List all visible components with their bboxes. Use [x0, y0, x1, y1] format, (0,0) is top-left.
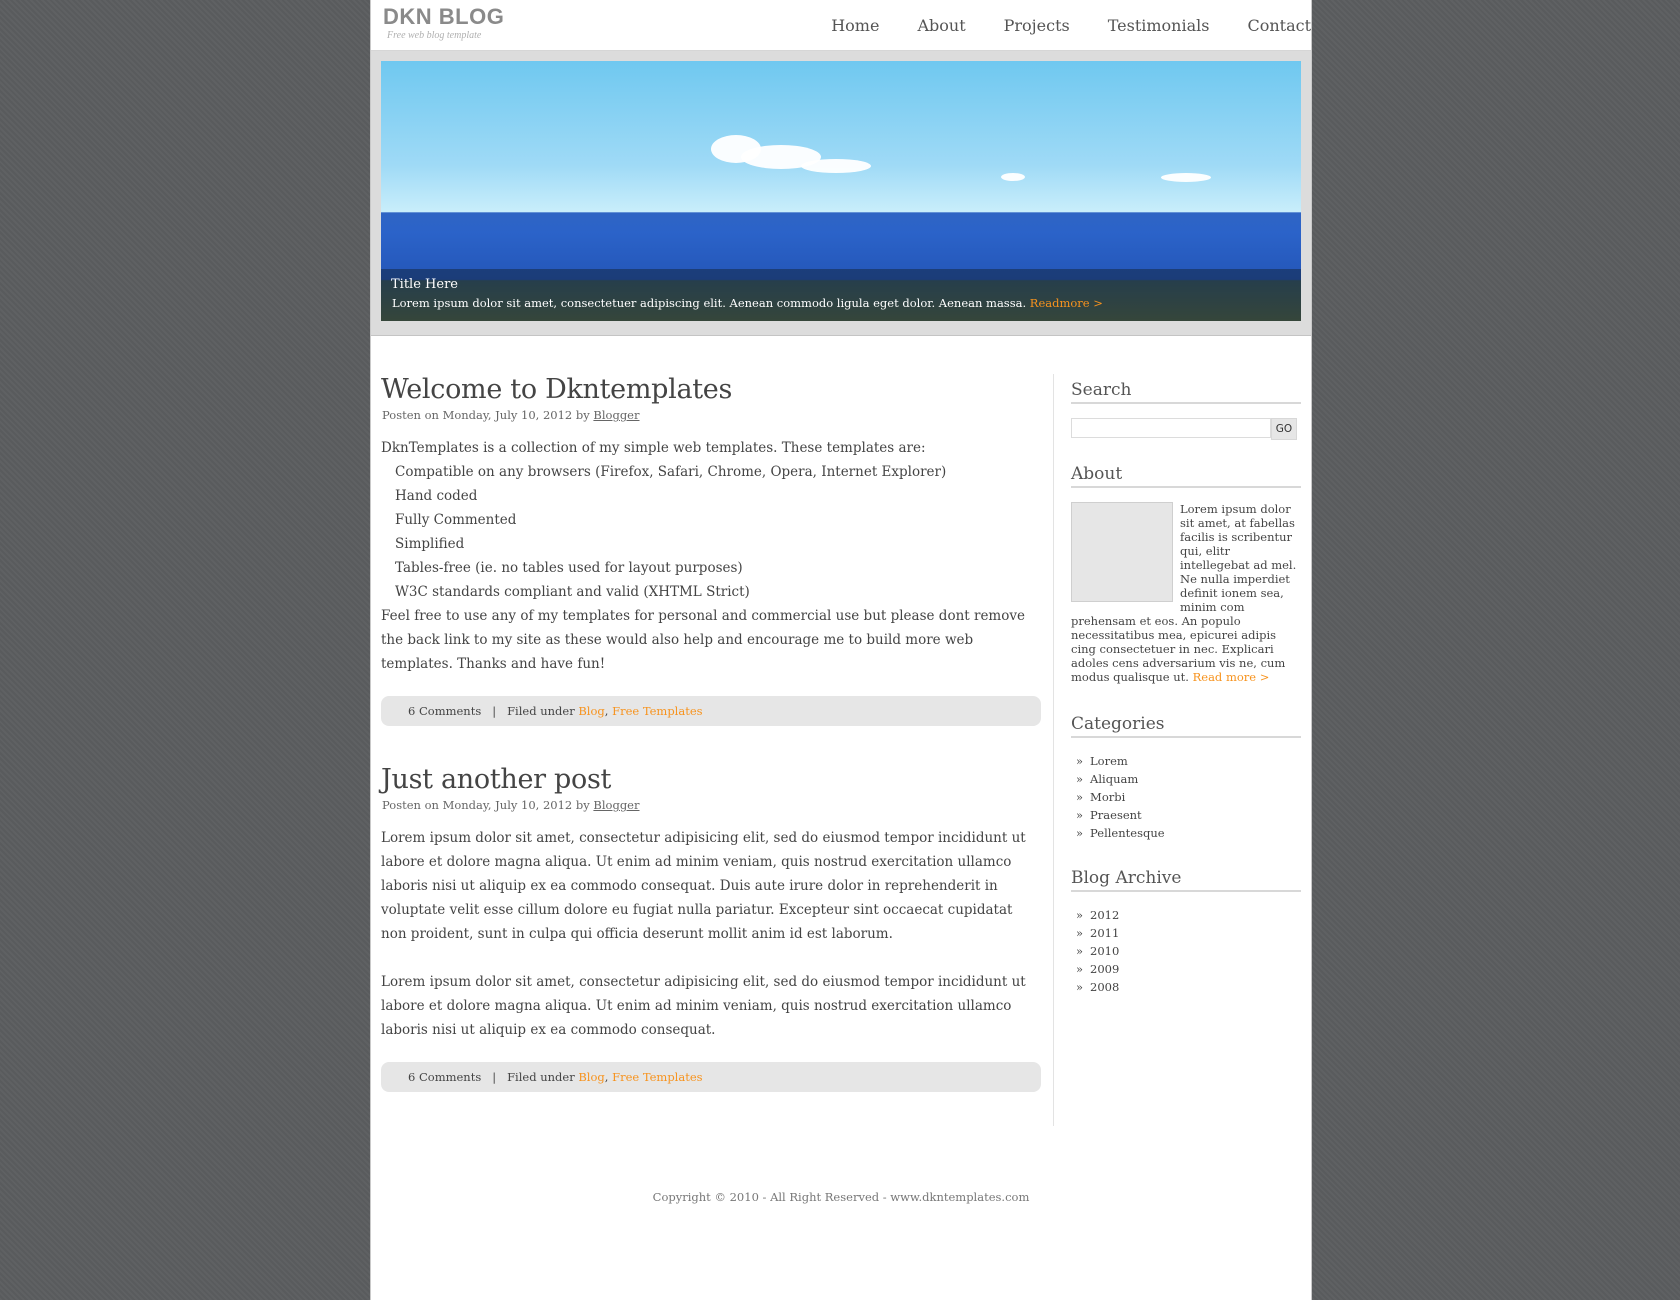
archive-item[interactable]: 2009: [1076, 960, 1301, 978]
about-widget: Lorem ipsum dolor sit amet, at fabellas …: [1071, 502, 1301, 684]
sidebar-divider: [1053, 374, 1054, 1126]
cloud-shape: [1001, 173, 1025, 181]
post-outro: Feel free to use any of my templates for…: [381, 608, 1025, 672]
post-intro: DknTemplates is a collection of my simpl…: [381, 440, 926, 456]
list-item: Tables-free (ie. no tables used for layo…: [395, 560, 743, 576]
category-item[interactable]: Pellentesque: [1076, 824, 1301, 842]
archive-list: 2012 2011 2010 2009 2008: [1071, 906, 1301, 996]
post-title[interactable]: Welcome to Dkntemplates: [381, 374, 1041, 406]
categories-list: Lorem Aliquam Morbi Praesent Pellentesqu…: [1071, 752, 1301, 842]
list-item: Hand coded: [395, 488, 478, 504]
archive-item[interactable]: 2012: [1076, 906, 1301, 924]
post-footer: 6 Comments | Filed under Blog, Free Temp…: [381, 696, 1041, 726]
search-form: GO: [1071, 418, 1301, 440]
categories-widget-title: Categories: [1071, 714, 1301, 738]
search-widget-title: Search: [1071, 380, 1301, 404]
tag-link-blog[interactable]: Blog: [578, 1070, 604, 1084]
archive-item[interactable]: 2010: [1076, 942, 1301, 960]
feature-list: Compatible on any browsers (Firefox, Saf…: [381, 460, 1041, 604]
post-paragraph: Lorem ipsum dolor sit amet, consectetur …: [381, 830, 1026, 942]
archive-item[interactable]: 2011: [1076, 924, 1301, 942]
comments-link[interactable]: 6 Comments: [408, 1070, 481, 1084]
search-go-button[interactable]: GO: [1271, 418, 1297, 440]
post-author-link[interactable]: Blogger: [593, 798, 639, 812]
post-meta: Posten on Monday, July 10, 2012 by Blogg…: [382, 408, 1041, 422]
separator: |: [484, 704, 504, 718]
post-meta: Posten on Monday, July 10, 2012 by Blogg…: [382, 798, 1041, 812]
separator: |: [484, 1070, 504, 1084]
tag-separator: ,: [604, 704, 613, 718]
archive-item[interactable]: 2008: [1076, 978, 1301, 996]
banner-readmore-link[interactable]: Readmore >: [1030, 296, 1103, 310]
category-item[interactable]: Aliquam: [1076, 770, 1301, 788]
sidebar: Search GO About Lorem ipsum dolor sit am…: [1071, 380, 1301, 1022]
post-body: Lorem ipsum dolor sit amet, consectetur …: [381, 826, 1041, 1042]
filed-under-label: Filed under: [507, 704, 575, 718]
comments-link[interactable]: 6 Comments: [408, 704, 481, 718]
category-item[interactable]: Lorem: [1076, 752, 1301, 770]
about-readmore-link[interactable]: Read more >: [1193, 670, 1270, 684]
page-container: DKN BLOG Free web blog template Home Abo…: [370, 0, 1312, 1300]
logo-title: DKN BLOG: [383, 4, 505, 29]
post: Welcome to Dkntemplates Posten on Monday…: [381, 374, 1041, 726]
logo-tagline: Free web blog template: [387, 30, 482, 41]
banner-title: Title Here: [391, 277, 458, 292]
main-content: Welcome to Dkntemplates Posten on Monday…: [381, 374, 1041, 1092]
archive-widget-title: Blog Archive: [1071, 868, 1301, 892]
site-footer: Copyright © 2010 - All Right Reserved - …: [652, 1190, 1030, 1204]
tag-separator: ,: [604, 1070, 613, 1084]
banner-text: Lorem ipsum dolor sit amet, consectetuer…: [392, 296, 1103, 310]
tag-link-free-templates[interactable]: Free Templates: [612, 704, 702, 718]
post-footer: 6 Comments | Filed under Blog, Free Temp…: [381, 1062, 1041, 1092]
nav-about[interactable]: About: [898, 0, 984, 50]
banner-text-body: Lorem ipsum dolor sit amet, consectetuer…: [392, 296, 1027, 310]
banner-frame: Title Here Lorem ipsum dolor sit amet, c…: [371, 51, 1311, 336]
post-author-link[interactable]: Blogger: [593, 408, 639, 422]
cloud-shape: [801, 159, 871, 173]
cloud-shape: [1161, 173, 1211, 182]
category-item[interactable]: Morbi: [1076, 788, 1301, 806]
nav-home[interactable]: Home: [812, 0, 898, 50]
main-nav: Home About Projects Testimonials Contact: [812, 0, 1311, 50]
about-widget-title: About: [1071, 464, 1301, 488]
post-title[interactable]: Just another post: [381, 764, 1041, 796]
post-date: Posten on Monday, July 10, 2012 by: [382, 798, 590, 812]
post-date: Posten on Monday, July 10, 2012 by: [382, 408, 590, 422]
nav-projects[interactable]: Projects: [985, 0, 1089, 50]
site-header: DKN BLOG Free web blog template Home Abo…: [371, 0, 1311, 51]
post: Just another post Posten on Monday, July…: [381, 764, 1041, 1092]
post-body: DknTemplates is a collection of my simpl…: [381, 436, 1041, 676]
filed-under-label: Filed under: [507, 1070, 575, 1084]
banner-caption: Title Here Lorem ipsum dolor sit amet, c…: [381, 269, 1301, 321]
site-logo[interactable]: DKN BLOG Free web blog template: [383, 5, 504, 43]
list-item: Fully Commented: [395, 512, 517, 528]
list-item: Compatible on any browsers (Firefox, Saf…: [395, 464, 947, 480]
list-item: W3C standards compliant and valid (XHTML…: [395, 584, 750, 600]
tag-link-blog[interactable]: Blog: [578, 704, 604, 718]
banner-image: Title Here Lorem ipsum dolor sit amet, c…: [381, 61, 1301, 321]
post-paragraph: Lorem ipsum dolor sit amet, consectetur …: [381, 974, 1026, 1038]
category-item[interactable]: Praesent: [1076, 806, 1301, 824]
list-item: Simplified: [395, 536, 465, 552]
about-image-placeholder: [1071, 502, 1173, 602]
nav-contact[interactable]: Contact: [1228, 0, 1311, 50]
tag-link-free-templates[interactable]: Free Templates: [612, 1070, 702, 1084]
search-input[interactable]: [1071, 418, 1271, 438]
nav-testimonials[interactable]: Testimonials: [1089, 0, 1229, 50]
